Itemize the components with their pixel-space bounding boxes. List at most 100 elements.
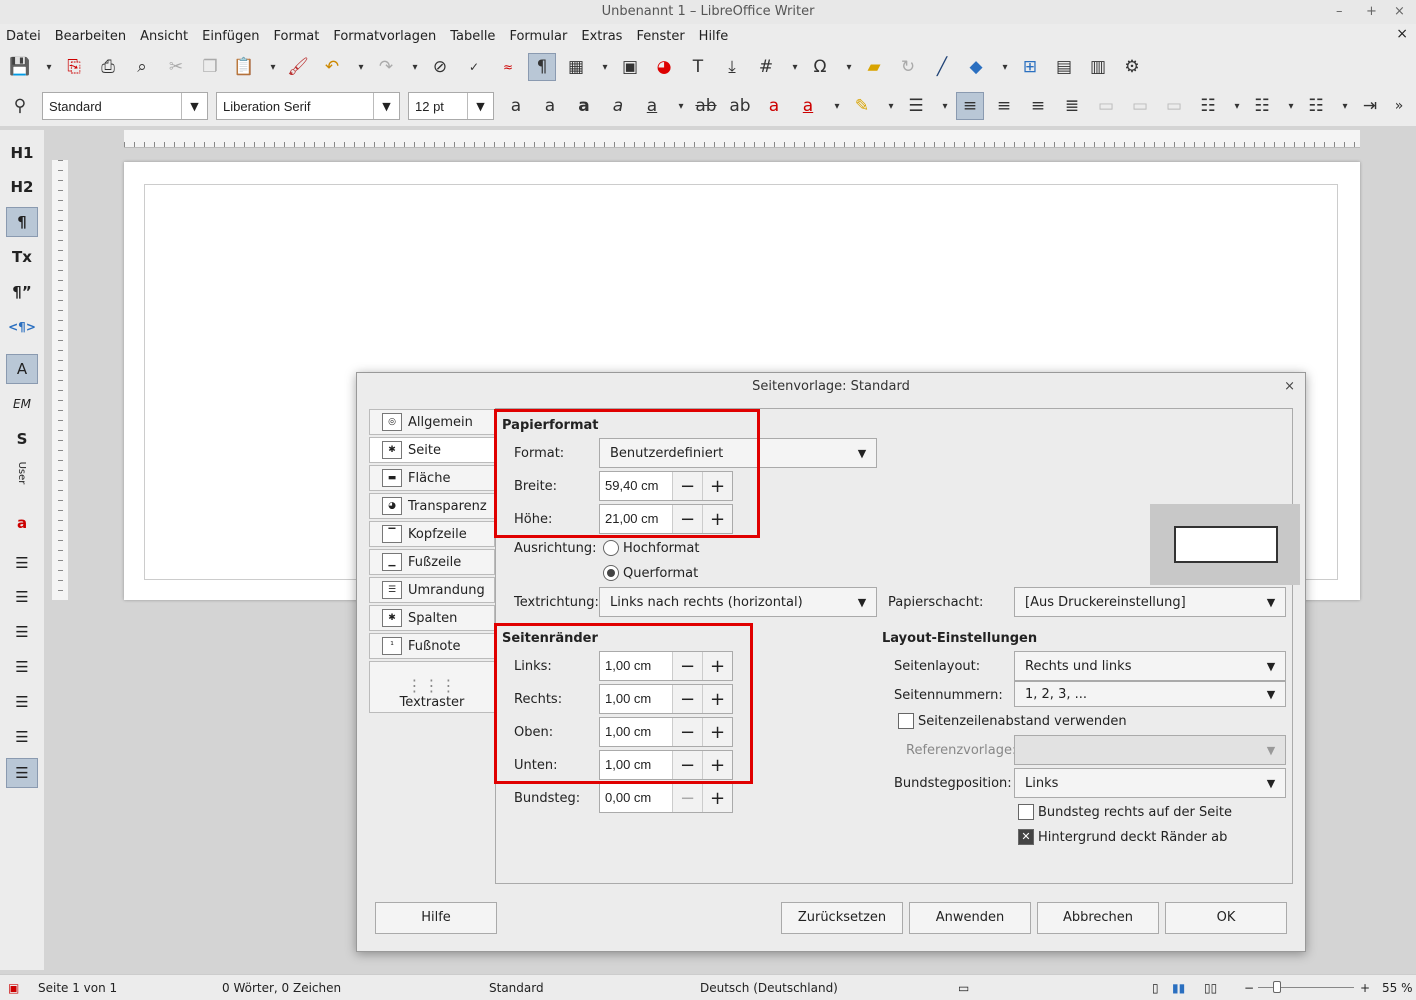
font-name-combo[interactable]: Liberation Serif ▼ [216,92,400,120]
minus-icon[interactable]: − [672,784,702,812]
maximize-button[interactable]: + [1366,0,1377,24]
seitenlayout-dropdown[interactable]: Rechts und links ▼ [1014,651,1286,681]
heading1-style-button[interactable]: H1 [6,138,38,168]
outline-dropdown-icon[interactable]: ▾ [1336,92,1354,120]
page-count[interactable]: Seite 1 von 1 [38,981,117,995]
zoom-slider-handle[interactable] [1273,981,1281,993]
default-char-style-button[interactable]: A [6,354,38,384]
undo-icon[interactable]: ↶ [318,53,346,81]
emphasis-style-button[interactable]: EM [6,389,38,419]
align-middle-icon[interactable]: ▭ [1126,92,1154,120]
paste-icon[interactable]: 📋 [230,53,258,81]
roman-list-style-icon[interactable]: ☰ [6,687,38,717]
field-dropdown-icon[interactable]: ▾ [786,53,804,81]
numbered-dropdown-icon[interactable]: ▾ [1282,92,1300,120]
hochformat-radio[interactable] [603,540,619,556]
insert-table-icon[interactable]: ▦ [562,53,590,81]
bundsteg-value[interactable]: 0,00 cm [600,784,672,812]
insert-image-icon[interactable]: ▣ [616,53,644,81]
close-document-button[interactable]: × [1396,26,1408,42]
hintergrund-checkbox[interactable]: ✕ [1018,829,1034,845]
insert-field-icon[interactable]: # [752,53,780,81]
insert-textbox-icon[interactable]: T [684,53,712,81]
hintergrund-label[interactable]: Hintergrund deckt Ränder ab [1038,830,1227,845]
querformat-label[interactable]: Querformat [623,566,698,581]
indent-icon[interactable]: ⇥ [1356,92,1384,120]
minimize-button[interactable]: – [1336,0,1343,24]
shrink-font-icon[interactable]: a [536,92,564,120]
ok-button[interactable]: OK [1165,902,1287,934]
settings-icon[interactable]: ⚙ [1118,53,1146,81]
querformat-radio[interactable] [603,565,619,581]
menu-datei[interactable]: Datei [6,29,41,44]
apply-button[interactable]: Anwenden [909,902,1031,934]
track-changes-icon[interactable]: ↻ [894,53,922,81]
special-character-icon[interactable]: Ω [806,53,834,81]
more-tools-icon[interactable]: » [1390,92,1408,120]
bundstegposition-dropdown[interactable]: Links ▼ [1014,768,1286,798]
dialog-close-button[interactable]: × [1284,373,1295,401]
strong-style-button[interactable]: S [6,424,38,454]
tab-kopfzeile[interactable]: ▔ Kopfzeile [369,521,495,547]
bullet-list-icon[interactable]: ☷ [1194,92,1222,120]
chevron-down-icon[interactable]: ▼ [373,93,399,119]
tab-textraster[interactable]: ⋮⋮⋮ Textraster [369,661,495,713]
paragraph-style-combo[interactable]: Standard ▼ [42,92,208,120]
bundsteg-rechts-label[interactable]: Bundsteg rechts auf der Seite [1038,805,1232,820]
chevron-down-icon[interactable]: ▼ [181,93,207,119]
align-bottom-icon[interactable]: ▭ [1160,92,1188,120]
list-style-icon[interactable]: ☰ [6,722,38,752]
textrichtung-dropdown[interactable]: Links nach rechts (horizontal) ▼ [599,587,877,617]
tab-flaeche[interactable]: ▬ Fläche [369,465,495,491]
user-style-button[interactable]: User [7,457,37,489]
numbered-list-icon[interactable]: ☷ [1248,92,1276,120]
zoom-level[interactable]: 55 % [1382,981,1413,995]
chevron-down-icon[interactable]: ▼ [467,93,493,119]
highlight-dropdown-icon[interactable]: ▾ [882,92,900,120]
book-view-icon[interactable]: ▯▯ [1204,981,1217,995]
align-left-icon[interactable]: ≡ [956,92,984,120]
help-button[interactable]: Hilfe [375,902,497,934]
plus-icon[interactable]: + [702,784,732,812]
save-dropdown-icon[interactable]: ▾ [40,53,58,81]
vertical-ruler[interactable] [52,160,68,600]
redo-dropdown-icon[interactable]: ▾ [406,53,424,81]
strikethrough-icon[interactable]: ab [692,92,720,120]
hochformat-label[interactable]: Hochformat [623,541,700,556]
list-style-active-icon[interactable]: ☰ [6,758,38,788]
zoom-out-icon[interactable]: − [1244,981,1254,995]
grow-font-icon[interactable]: a [502,92,530,120]
preformatted-style-button[interactable]: <¶> [6,312,38,342]
menu-tabelle[interactable]: Tabelle [450,29,495,44]
reset-button[interactable]: Zurücksetzen [781,902,903,934]
save-status-icon[interactable]: ▣ [8,981,19,995]
subscript-icon[interactable]: ab [726,92,754,120]
print-icon[interactable]: ⎙ [94,53,122,81]
insert-chart-icon[interactable]: ◕ [650,53,678,81]
lowercase-list-style-icon[interactable]: ☰ [6,652,38,682]
seitenzeilen-checkbox[interactable] [898,713,914,729]
page-break-icon[interactable]: ⤓ [718,53,746,81]
single-page-view-icon[interactable]: ▯ [1152,981,1159,995]
seitennummern-dropdown[interactable]: 1, 2, 3, ... ▼ [1014,681,1286,707]
shapes-dropdown-icon[interactable]: ▾ [996,53,1014,81]
menu-bearbeiten[interactable]: Bearbeiten [55,29,126,44]
outline-list-icon[interactable]: ☷ [1302,92,1330,120]
clone-format-icon[interactable]: 🖌 [284,53,312,81]
copy-icon[interactable]: ❐ [196,53,224,81]
formatting-marks-icon[interactable]: ¶ [528,53,556,81]
align-top-icon[interactable]: ▭ [1092,92,1120,120]
bullet-dropdown-icon[interactable]: ▾ [1228,92,1246,120]
bold-icon[interactable]: a [570,92,598,120]
numbered-list-style-icon[interactable]: ☰ [6,582,38,612]
font-size-combo[interactable]: 12 pt ▼ [408,92,494,120]
page-style-status[interactable]: Standard [489,981,544,995]
paste-dropdown-icon[interactable]: ▾ [264,53,282,81]
tab-spalten[interactable]: ✱ Spalten [369,605,495,631]
menu-hilfe[interactable]: Hilfe [699,29,729,44]
align-right-icon[interactable]: ≡ [1024,92,1052,120]
multi-page-view-icon[interactable]: ▮▮ [1172,981,1185,995]
cut-icon[interactable]: ✂ [162,53,190,81]
print-preview-icon[interactable]: ⌕ [128,53,156,81]
menu-formatvorlagen[interactable]: Formatvorlagen [333,29,436,44]
